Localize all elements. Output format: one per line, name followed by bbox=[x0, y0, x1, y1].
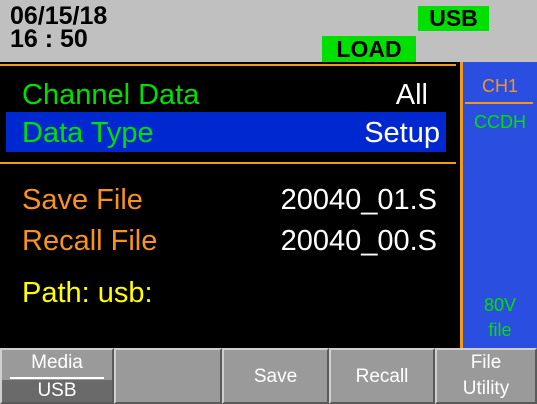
media-softkey-divider bbox=[10, 377, 104, 379]
channel-info-panel: CH1 CCDH 80V file bbox=[460, 62, 537, 348]
channel-data-value[interactable]: All bbox=[396, 78, 428, 112]
panel-top-divider bbox=[0, 64, 456, 66]
recall-file-value: 20040_00.S bbox=[280, 225, 437, 257]
load-status-badge: LOAD bbox=[322, 36, 416, 62]
file-utility-softkey-line2: Utility bbox=[462, 378, 510, 399]
status-bar: 06/15/18 16 : 50 USB LOAD bbox=[0, 0, 537, 62]
media-softkey-label: Media bbox=[31, 352, 83, 373]
media-softkey-value: USB bbox=[2, 380, 112, 402]
blank-softkey[interactable] bbox=[114, 348, 222, 404]
recall-softkey-label: Recall bbox=[355, 366, 409, 387]
data-type-value[interactable]: Setup bbox=[364, 116, 440, 150]
softkey-bar: Media USB Save Recall File Utility bbox=[0, 348, 537, 404]
mode-indicator: CCDH bbox=[474, 112, 526, 132]
path-label: Path: usb: bbox=[22, 277, 153, 309]
file-utility-softkey[interactable]: File Utility bbox=[435, 348, 537, 404]
voltage-indicator: 80V bbox=[483, 295, 517, 315]
time-display: 16 : 50 bbox=[10, 25, 88, 53]
save-file-label: Save File bbox=[22, 184, 143, 216]
media-softkey[interactable]: Media USB bbox=[0, 348, 114, 404]
save-softkey-label: Save bbox=[253, 366, 298, 387]
usb-status-badge: USB bbox=[418, 6, 489, 31]
channel-underline bbox=[465, 102, 533, 104]
panel-mid-divider bbox=[0, 162, 456, 164]
save-softkey[interactable]: Save bbox=[222, 348, 329, 404]
save-recall-panel: Channel Data All Data Type Setup Save Fi… bbox=[0, 62, 460, 348]
file-indicator: file bbox=[488, 320, 512, 340]
recall-file-label: Recall File bbox=[22, 225, 158, 257]
save-file-value: 20040_01.S bbox=[280, 184, 437, 216]
data-type-label: Data Type bbox=[22, 117, 154, 149]
channel-data-label: Channel Data bbox=[22, 79, 200, 111]
channel-indicator: CH1 bbox=[481, 76, 518, 96]
file-utility-softkey-line1: File bbox=[470, 352, 502, 373]
channel-data-row[interactable]: Channel Data All bbox=[0, 74, 456, 114]
recall-softkey[interactable]: Recall bbox=[329, 348, 435, 404]
data-type-row[interactable]: Data Type Setup bbox=[6, 112, 446, 152]
